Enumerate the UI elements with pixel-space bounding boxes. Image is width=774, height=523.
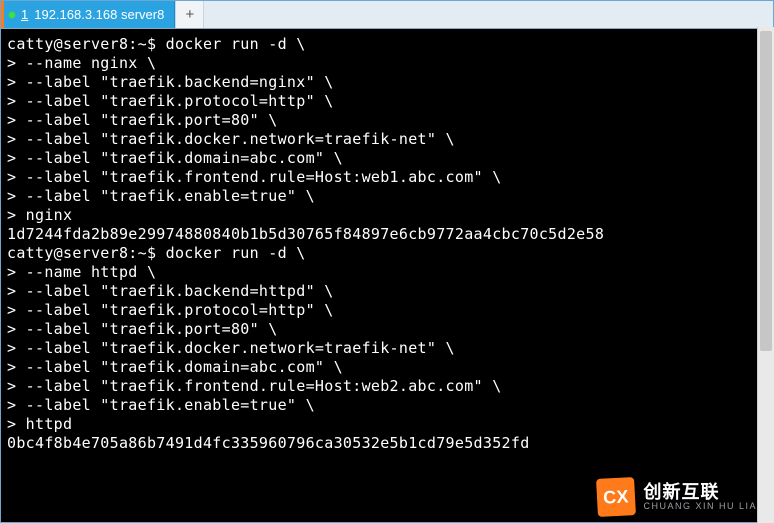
tab-title: 192.168.3.168 server8: [34, 7, 164, 22]
tab-active[interactable]: 1 192.168.3.168 server8: [1, 1, 175, 28]
terminal-line: > --label "traefik.domain=abc.com" \: [7, 358, 767, 377]
terminal-line: > nginx: [7, 206, 767, 225]
terminal-line: > --label "traefik.frontend.rule=Host:we…: [7, 168, 767, 187]
terminal-line: > --label "traefik.enable=true" \: [7, 187, 767, 206]
watermark-en: CHUANG XIN HU LIAN: [643, 502, 765, 511]
scrollbar-thumb[interactable]: [760, 31, 772, 351]
terminal-line: > --label "traefik.backend=httpd" \: [7, 282, 767, 301]
plus-icon: +: [185, 6, 194, 23]
watermark: CX 创新互联 CHUANG XIN HU LIAN: [597, 478, 765, 516]
tab-active-indicator: [1, 1, 4, 28]
terminal-line: > --label "traefik.docker.network=traefi…: [7, 130, 767, 149]
tab-index: 1: [21, 7, 28, 22]
terminal-line: > --label "traefik.backend=nginx" \: [7, 73, 767, 92]
tab-bar: 1 192.168.3.168 server8 +: [1, 1, 773, 29]
terminal-window: 1 192.168.3.168 server8 + catty@server8:…: [0, 0, 774, 523]
status-dot-icon: [9, 12, 15, 18]
terminal-line: > --name httpd \: [7, 263, 767, 282]
terminal-line: catty@server8:~$ docker run -d \: [7, 244, 767, 263]
terminal-line: > --label "traefik.port=80" \: [7, 111, 767, 130]
watermark-logo-icon: CX: [597, 477, 637, 517]
terminal-line: > --label "traefik.frontend.rule=Host:we…: [7, 377, 767, 396]
terminal-line: catty@server8:~$ docker run -d \: [7, 35, 767, 54]
terminal-line: > --label "traefik.protocol=http" \: [7, 301, 767, 320]
scrollbar-vertical[interactable]: [757, 27, 774, 523]
watermark-cn: 创新互联: [643, 483, 765, 502]
terminal-line: 0bc4f8b4e705a86b7491d4fc335960796ca30532…: [7, 434, 767, 453]
terminal-line: > --label "traefik.docker.network=traefi…: [7, 339, 767, 358]
terminal-line: > httpd: [7, 415, 767, 434]
terminal-line: > --label "traefik.domain=abc.com" \: [7, 149, 767, 168]
watermark-text: 创新互联 CHUANG XIN HU LIAN: [643, 483, 765, 511]
terminal-line: > --label "traefik.protocol=http" \: [7, 92, 767, 111]
terminal-pane[interactable]: catty@server8:~$ docker run -d \ > --nam…: [1, 29, 773, 522]
new-tab-button[interactable]: +: [175, 1, 204, 28]
terminal-line: > --label "traefik.port=80" \: [7, 320, 767, 339]
terminal-line: > --label "traefik.enable=true" \: [7, 396, 767, 415]
terminal-line: 1d7244fda2b89e29974880840b1b5d30765f8489…: [7, 225, 767, 244]
terminal-line: > --name nginx \: [7, 54, 767, 73]
